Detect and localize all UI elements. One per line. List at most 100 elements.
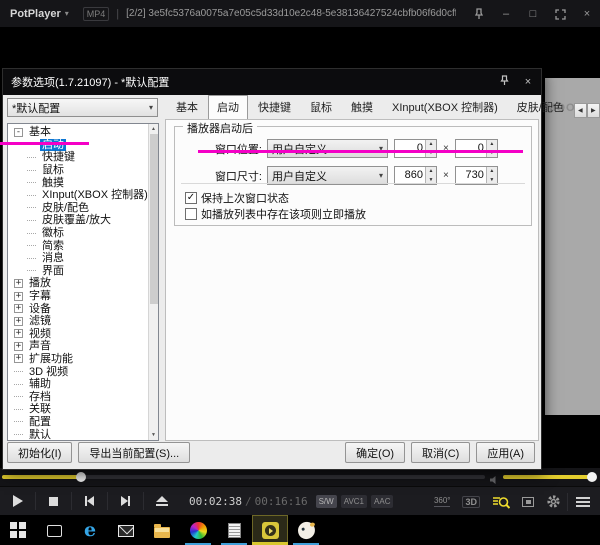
spin-up-icon[interactable]: ▲: [426, 140, 436, 149]
tree-item-22[interactable]: 关联: [8, 403, 148, 416]
profile-select[interactable]: *默认配置 ▾: [7, 98, 158, 117]
plus-expander-icon[interactable]: +: [14, 341, 23, 351]
tab-2[interactable]: 快捷键: [249, 95, 300, 118]
fullscreen-icon[interactable]: [553, 7, 567, 21]
tree-item-16[interactable]: + 视频: [8, 328, 148, 341]
stop-button[interactable]: [41, 490, 66, 512]
minimize-icon[interactable]: –: [499, 7, 513, 21]
tab-4[interactable]: 触摸: [342, 95, 382, 118]
preferences-gear-button[interactable]: [546, 494, 561, 509]
color-wheel-app-button[interactable]: [180, 515, 216, 545]
checkbox-checked-icon[interactable]: ✓: [185, 192, 197, 204]
control-separator: [143, 492, 144, 510]
scroll-down-icon[interactable]: ▼: [149, 430, 158, 440]
playlist-button[interactable]: [576, 496, 590, 507]
start-button[interactable]: [0, 515, 36, 545]
apply-button[interactable]: 应用(A): [476, 442, 535, 463]
control-panel-button[interactable]: [522, 496, 534, 507]
plus-expander-icon[interactable]: +: [14, 291, 23, 301]
export-config-button[interactable]: 导出当前配置(S)...: [78, 442, 191, 463]
window-x-stepper[interactable]: 0 ▲▼: [394, 139, 437, 158]
tab-5[interactable]: XInput(XBOX 控制器): [383, 95, 507, 118]
open-file-button[interactable]: [149, 490, 174, 512]
spin-up-icon[interactable]: ▲: [487, 167, 497, 176]
tree-scrollbar-thumb[interactable]: [150, 134, 158, 304]
3d-mode-button[interactable]: 3D: [462, 495, 480, 508]
tree-item-6[interactable]: 皮肤/配色: [8, 202, 148, 215]
tab-scroll-right-icon[interactable]: ▶: [586, 103, 600, 118]
potplayer-icon: [261, 521, 279, 539]
close-icon[interactable]: ×: [580, 7, 594, 21]
keep-last-window-state-option[interactable]: ✓ 保持上次窗口状态: [185, 191, 289, 205]
app-menu-chevron-icon[interactable]: ▾: [65, 9, 69, 18]
play-button[interactable]: [5, 490, 30, 512]
file-explorer-button[interactable]: [144, 515, 180, 545]
vr-360-button[interactable]: 360°: [433, 496, 451, 507]
volume-bar[interactable]: [503, 472, 598, 482]
tree-item-11[interactable]: 界面: [8, 265, 148, 278]
dialog-close-icon[interactable]: ×: [521, 76, 535, 88]
tab-1[interactable]: 启动: [208, 95, 248, 119]
tab-scroll-left-icon[interactable]: ◀: [573, 103, 587, 118]
notepad-app-button[interactable]: [216, 515, 252, 545]
tree-item-17[interactable]: + 声音: [8, 340, 148, 353]
seek-knob[interactable]: [75, 472, 86, 482]
tree-item-21[interactable]: 存档: [8, 390, 148, 403]
play-if-in-playlist-option[interactable]: 如播放列表中存在该项则立即播放: [185, 207, 366, 221]
edge-browser-button[interactable]: e: [72, 515, 108, 545]
tree-item-5[interactable]: XInput(XBOX 控制器): [8, 189, 148, 202]
tree-item-15[interactable]: + 滤镜: [8, 315, 148, 328]
minus-expander-icon[interactable]: -: [14, 127, 23, 137]
dialog-titlebar[interactable]: 参数选项(1.7.21097) - *默认配置 ×: [3, 69, 541, 95]
tree-item-12[interactable]: + 播放: [8, 277, 148, 290]
potplayer-app-button[interactable]: [252, 515, 288, 545]
ok-button[interactable]: 确定(O): [345, 442, 406, 463]
tree-item-18[interactable]: + 扩展功能: [8, 353, 148, 366]
tree-item-7[interactable]: 皮肤覆盖/放大: [8, 214, 148, 227]
tree-item-14[interactable]: + 设备: [8, 302, 148, 315]
tree-item-2[interactable]: 快捷键: [8, 151, 148, 164]
next-button[interactable]: [113, 490, 138, 512]
tree-item-13[interactable]: + 字幕: [8, 290, 148, 303]
tree-item-4[interactable]: 触摸: [8, 176, 148, 189]
plus-expander-icon[interactable]: +: [14, 354, 23, 364]
plus-expander-icon[interactable]: +: [14, 316, 23, 326]
spin-up-icon[interactable]: ▲: [487, 140, 497, 149]
search-browse-button[interactable]: [492, 495, 510, 509]
volume-knob[interactable]: [587, 472, 598, 482]
window-position-select[interactable]: 用户自定义 ▾: [267, 139, 388, 158]
tab-0[interactable]: 基本: [167, 95, 207, 118]
previous-button[interactable]: [77, 490, 102, 512]
scroll-up-icon[interactable]: ▲: [149, 124, 158, 134]
tree-item-8[interactable]: 徽标: [8, 227, 148, 240]
plus-expander-icon[interactable]: +: [14, 278, 23, 288]
plus-expander-icon[interactable]: +: [14, 329, 23, 339]
dialog-pin-icon[interactable]: [497, 75, 511, 89]
pin-on-top-icon[interactable]: [472, 7, 486, 21]
task-view-button[interactable]: [36, 515, 72, 545]
seek-bar[interactable]: [2, 472, 485, 482]
bird-app-button[interactable]: [288, 515, 324, 545]
window-x-value: 0: [416, 142, 423, 154]
tab-6[interactable]: 皮肤/配色: [508, 95, 573, 118]
tree-scrollbar[interactable]: ▲ ▼: [148, 124, 158, 440]
tree-item-10[interactable]: 消息: [8, 252, 148, 265]
settings-tabbar: 基本 启动 快捷键 鼠标 触摸 XInput(XBOX 控制器) 皮肤/配色 ◀ ▶: [167, 95, 600, 119]
checkbox-unchecked-icon[interactable]: [185, 208, 197, 220]
tree-item-3[interactable]: 鼠标: [8, 164, 148, 177]
tree-item-0[interactable]: - 基本: [8, 126, 148, 139]
tab-3[interactable]: 鼠标: [301, 95, 341, 118]
mail-app-button[interactable]: [108, 515, 144, 545]
initialize-button[interactable]: 初始化(I): [7, 442, 73, 463]
tree-item-19[interactable]: 3D 视频: [8, 365, 148, 378]
tree-item-9[interactable]: 简索: [8, 239, 148, 252]
tree-item-20[interactable]: 辅助: [8, 378, 148, 391]
window-y-stepper[interactable]: 0 ▲▼: [454, 139, 498, 158]
spin-up-icon[interactable]: ▲: [426, 167, 436, 176]
cancel-button[interactable]: 取消(C): [411, 442, 471, 463]
tree-item-24[interactable]: 默认: [8, 428, 148, 440]
tree-item-23[interactable]: 配置: [8, 416, 148, 429]
maximize-icon[interactable]: □: [526, 7, 540, 21]
app-logo-text[interactable]: PotPlayer: [10, 8, 61, 20]
plus-expander-icon[interactable]: +: [14, 304, 23, 314]
